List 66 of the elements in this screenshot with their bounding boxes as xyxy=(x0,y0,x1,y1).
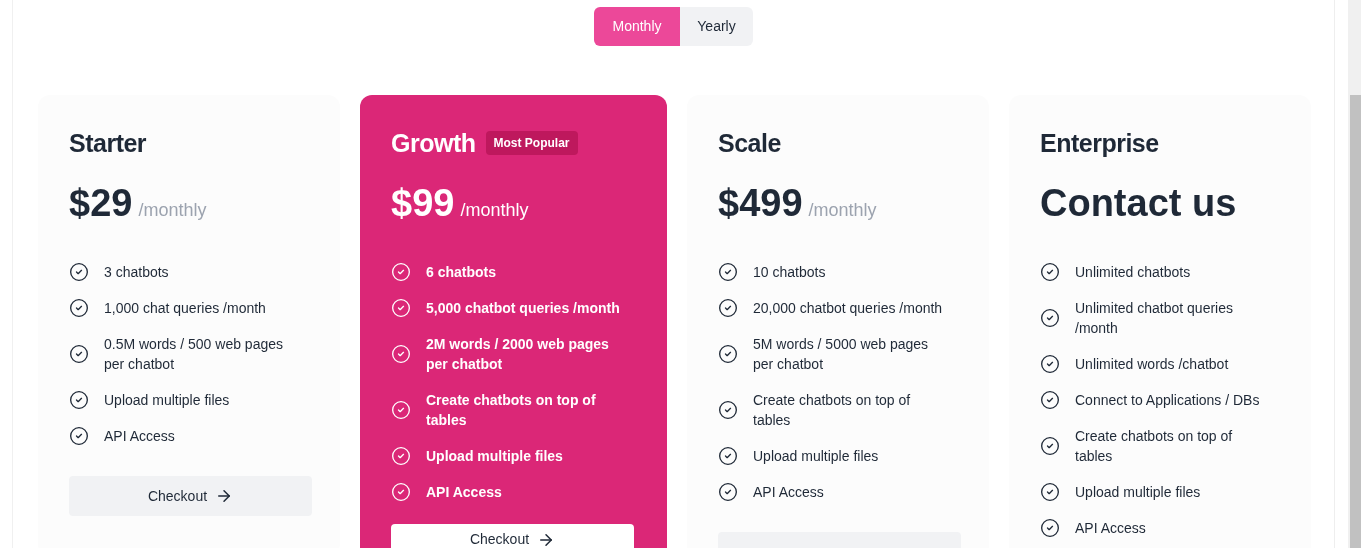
feature-text: 5M words / 5000 web pages per chatbot xyxy=(753,335,930,374)
check-icon xyxy=(69,262,89,282)
check-icon xyxy=(718,400,738,420)
check-icon xyxy=(1040,308,1060,328)
feature-text: Create chatbots on top of tables xyxy=(753,391,912,430)
checkout-button[interactable]: Checkout xyxy=(391,524,634,548)
check-icon xyxy=(391,482,411,502)
price-period: /monthly xyxy=(808,200,877,221)
feature-text: Upload multiple files xyxy=(753,447,880,466)
billing-tab[interactable]: Yearly xyxy=(680,7,753,46)
check-icon xyxy=(718,298,738,318)
plan-price: $99 xyxy=(391,182,455,225)
feature-text: 1,000 chat queries /month xyxy=(104,299,267,318)
feature-text: Unlimited words /chatbot xyxy=(1075,355,1230,374)
check-icon xyxy=(391,400,411,420)
feature-text: API Access xyxy=(1075,519,1147,538)
feature-text: 5,000 chatbot queries /month xyxy=(426,299,621,318)
feature-text: API Access xyxy=(104,427,176,446)
feature-text: 3 chatbots xyxy=(104,263,170,282)
feature-text: API Access xyxy=(753,483,825,502)
check-icon xyxy=(391,446,411,466)
billing-tab[interactable]: Monthly xyxy=(594,7,680,46)
plan-name: Scale xyxy=(718,128,781,158)
check-icon xyxy=(1040,518,1060,538)
scrollbar[interactable] xyxy=(1348,0,1361,548)
check-icon xyxy=(1040,482,1060,502)
plan-price: Contact us xyxy=(1040,182,1237,225)
check-icon xyxy=(1040,390,1060,410)
check-icon xyxy=(718,344,738,364)
plan-name: Starter xyxy=(69,128,147,158)
check-icon xyxy=(69,344,89,364)
plan-name: Enterprise xyxy=(1040,128,1159,158)
feature-text: 2M words / 2000 web pages per chatbot xyxy=(426,335,610,374)
plan-price: $499 xyxy=(718,182,803,225)
popular-badge: Most Popular xyxy=(485,131,578,155)
feature-text: Unlimited chatbots xyxy=(1075,263,1192,282)
check-icon xyxy=(69,426,89,446)
feature-text: API Access xyxy=(426,483,503,502)
check-icon xyxy=(69,390,89,410)
feature-text: Upload multiple files xyxy=(1075,483,1202,502)
check-icon xyxy=(1040,436,1060,456)
feature-text: 20,000 chatbot queries /month xyxy=(753,299,944,318)
price-period: /monthly xyxy=(138,200,207,221)
feature-text: 10 chatbots xyxy=(753,263,827,282)
feature-text: 0.5M words / 500 web pages per chatbot xyxy=(104,335,284,374)
check-icon xyxy=(391,298,411,318)
feature-text: Connect to Applications / DBs xyxy=(1075,391,1261,410)
price-period: /monthly xyxy=(460,200,529,221)
checkout-button[interactable]: Checkout xyxy=(69,476,312,516)
plan-price: $29 xyxy=(69,182,133,225)
plan-name: Growth xyxy=(391,128,476,158)
feature-text: Create chatbots on top of tables xyxy=(426,391,597,430)
feature-text: 6 chatbots xyxy=(426,263,497,282)
check-icon xyxy=(391,344,411,364)
check-icon xyxy=(391,262,411,282)
check-icon xyxy=(718,262,738,282)
check-icon xyxy=(1040,262,1060,282)
check-icon xyxy=(1040,354,1060,374)
scrollbar-thumb[interactable] xyxy=(1350,95,1361,548)
feature-text: Unlimited chatbot queries /month xyxy=(1075,299,1234,338)
feature-text: Upload multiple files xyxy=(104,391,231,410)
check-icon xyxy=(718,482,738,502)
feature-text: Upload multiple files xyxy=(426,447,564,466)
check-icon xyxy=(69,298,89,318)
check-icon xyxy=(718,446,738,466)
feature-text: Create chatbots on top of tables xyxy=(1075,427,1234,466)
